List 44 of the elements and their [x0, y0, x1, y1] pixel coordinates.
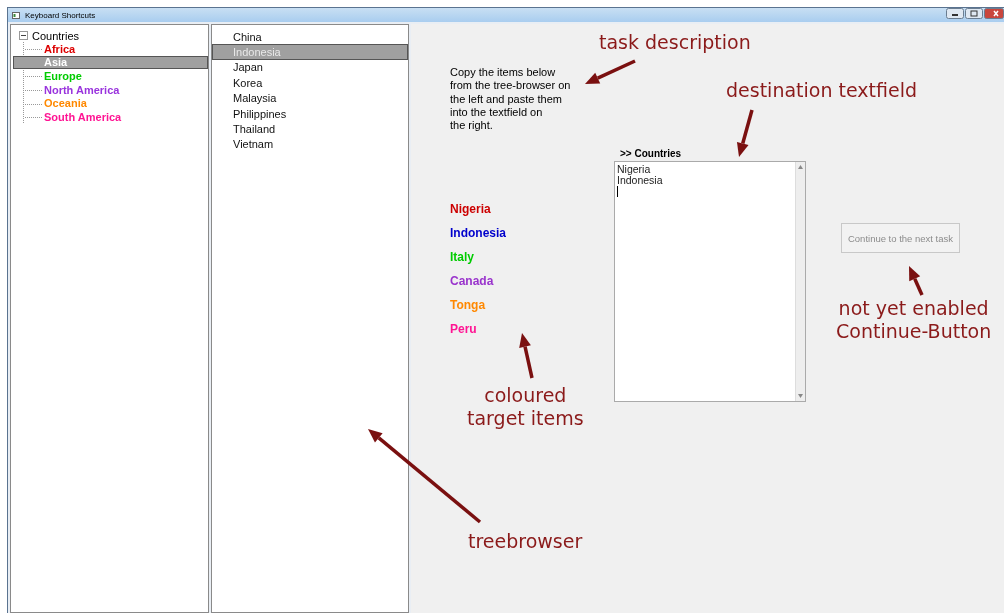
window-icon	[12, 11, 20, 19]
annotation-arrow	[909, 266, 924, 296]
annotation-label: not yet enabled Continue-Button	[836, 297, 992, 343]
annotation-label: task description	[599, 31, 751, 54]
target-item: Nigeria	[450, 202, 492, 217]
field-label: >> Countries	[619, 148, 683, 161]
target-item: Peru	[450, 322, 478, 337]
minimize-icon[interactable]	[946, 8, 964, 19]
tree-item[interactable]: Africa	[13, 42, 208, 55]
task-description: Copy the items below from the tree-browser on the left and paste them into the textfield on the right.	[450, 66, 572, 133]
annotation-label: coloured target items	[467, 384, 584, 430]
tree-item-label: Europe	[44, 69, 82, 82]
tree-item[interactable]: Countries	[32, 29, 80, 42]
list-item[interactable]: Thailand	[212, 121, 408, 137]
destination-field[interactable]: Nigeria Indonesia	[614, 161, 806, 402]
target-item: Italy	[450, 250, 475, 265]
tree-item-label: Africa	[44, 42, 76, 55]
annotation-arrow	[519, 333, 534, 379]
tree-item[interactable]: South America	[13, 110, 208, 124]
list-item[interactable]: China	[212, 29, 408, 45]
window-title: Keyboard Shortcuts	[25, 10, 96, 20]
scrollbar[interactable]	[795, 162, 805, 401]
tree-item[interactable]: North America	[13, 83, 208, 97]
close-icon[interactable]	[984, 8, 1004, 19]
list-item[interactable]: Philippines	[212, 105, 408, 122]
target-item: Canada	[450, 274, 495, 289]
tree-item-label: South America	[44, 110, 122, 123]
collapse-icon[interactable]	[19, 31, 28, 40]
list-item[interactable]: Japan	[212, 59, 408, 76]
annotation-arrow	[736, 109, 754, 157]
target-item: Indonesia	[450, 226, 507, 241]
annotation-arrow	[585, 59, 636, 84]
annotation-label: treebrowser	[468, 530, 583, 553]
annotation-label: destination textfield	[726, 79, 917, 102]
scroll-up-icon[interactable]	[798, 165, 803, 169]
tree-item-label: North America	[44, 83, 120, 96]
list-item[interactable]: Korea	[212, 75, 408, 91]
text-cursor	[617, 186, 618, 197]
list-item[interactable]: Vietnam	[212, 136, 408, 153]
scroll-down-icon[interactable]	[798, 394, 803, 398]
tree-item-label: Oceania	[44, 97, 87, 110]
tree-item-label: Asia	[44, 56, 68, 69]
list-item[interactable]: Malaysia	[212, 90, 408, 106]
target-item: Tonga	[450, 298, 487, 313]
